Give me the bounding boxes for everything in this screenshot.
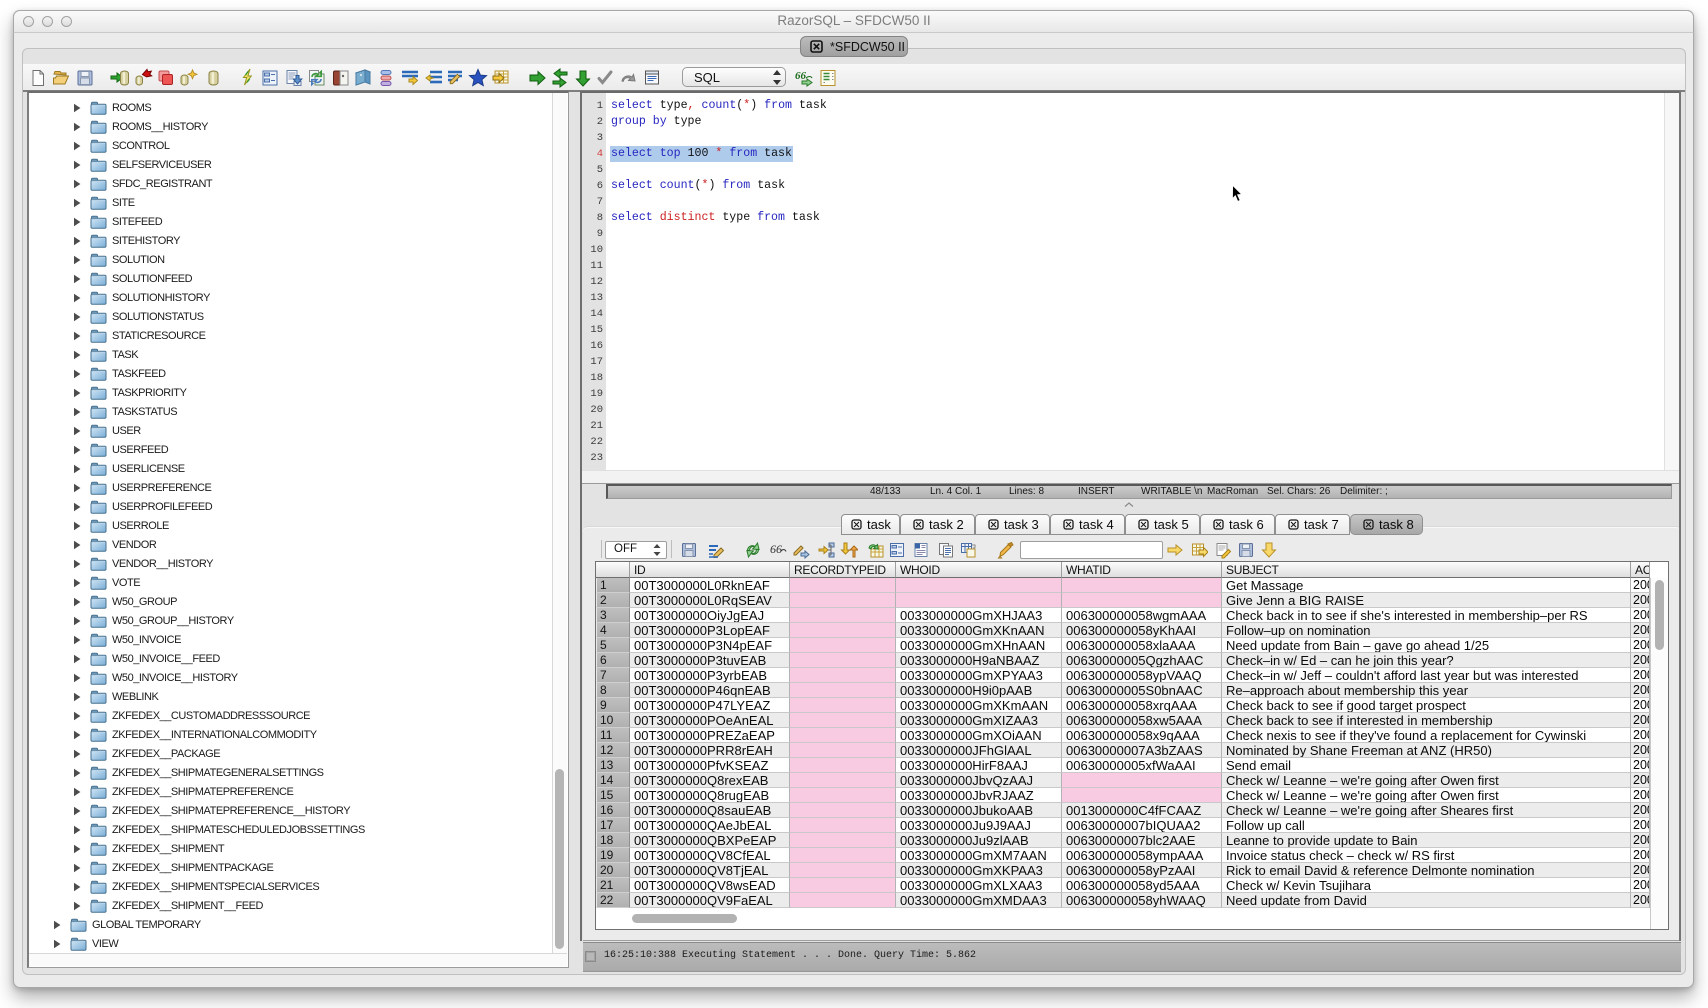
- svg-text:66: 66: [770, 542, 782, 556]
- svg-text:66: 66: [795, 70, 807, 82]
